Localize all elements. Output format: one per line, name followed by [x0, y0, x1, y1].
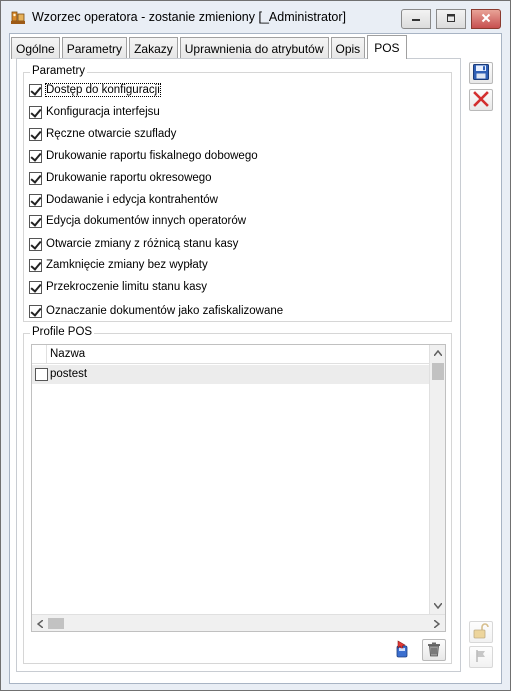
trash-icon [426, 641, 442, 660]
param-przekroczenie-limitu[interactable]: Przekroczenie limitu stanu kasy [29, 279, 207, 295]
window-title: Wzorzec operatora - zostanie zmieniony [… [32, 10, 347, 24]
param-dodawanie-kontrahentow[interactable]: Dodawanie i edycja kontrahentów [29, 192, 218, 208]
tab-parametry[interactable]: Parametry [61, 37, 128, 59]
save-icon [472, 63, 490, 84]
param-otwarcie-zmiany-z-roznica[interactable]: Otwarcie zmiany z różnicą stanu kasy [29, 236, 238, 252]
app-icon [10, 10, 26, 26]
tab-opis[interactable]: Opis [330, 37, 366, 59]
param-zamkniecie-zmiany[interactable]: Zamknięcie zmiany bez wypłaty [29, 257, 208, 273]
profile-pos-legend: Profile POS [30, 326, 95, 338]
checkbox-label: Otwarcie zmiany z różnicą stanu kasy [46, 238, 239, 250]
flag-icon [474, 649, 488, 666]
checkbox-label: Dodawanie i edycja kontrahentów [46, 194, 218, 206]
checkbox[interactable] [29, 258, 42, 272]
add-profile-button[interactable] [390, 639, 414, 661]
cancel-button[interactable] [469, 89, 493, 111]
checkbox[interactable] [29, 280, 42, 294]
scroll-right-icon[interactable] [429, 615, 445, 632]
vertical-scrollbar[interactable] [429, 345, 445, 614]
row-checkbox[interactable] [35, 368, 48, 381]
checkbox-label: Konfiguracja interfejsu [46, 106, 160, 118]
delete-button[interactable] [422, 639, 446, 661]
checkbox[interactable] [29, 214, 42, 228]
param-reczne-otwarcie-szuflady[interactable]: Ręczne otwarcie szuflady [29, 126, 176, 142]
scroll-left-icon[interactable] [32, 615, 48, 632]
checkbox-label: Zamknięcie zmiany bez wypłaty [46, 259, 208, 271]
lock-button[interactable] [469, 621, 493, 643]
scroll-up-icon[interactable] [430, 345, 446, 361]
checkbox[interactable] [29, 193, 42, 207]
checkbox[interactable] [29, 127, 42, 141]
add-profile-icon [392, 639, 412, 662]
horizontal-scroll-thumb[interactable] [48, 618, 64, 629]
column-separator [46, 345, 47, 364]
checkbox[interactable] [29, 149, 42, 163]
tab-ogolne[interactable]: Ogólne [11, 37, 60, 59]
param-drukowanie-raportu-okresowego[interactable]: Drukowanie raportu okresowego [29, 170, 212, 186]
checkbox[interactable] [29, 171, 42, 185]
minimize-button[interactable] [401, 9, 431, 29]
checkbox-label: Drukowanie raportu okresowego [46, 172, 212, 184]
checkbox-label: Edycja dokumentów innych operatorów [46, 215, 247, 227]
checkbox[interactable] [29, 304, 42, 318]
checkbox-label: Oznaczanie dokumentów jako zafiskalizowa… [46, 305, 284, 317]
row-name: postest [50, 368, 88, 380]
close-button[interactable] [471, 9, 501, 29]
tab-pos[interactable]: POS [367, 35, 407, 59]
checkbox-label: Ręczne otwarcie szuflady [46, 128, 177, 140]
param-drukowanie-raportu-fiskalnego[interactable]: Drukowanie raportu fiskalnego dobowego [29, 148, 258, 164]
checkbox-label: Przekroczenie limitu stanu kasy [46, 281, 208, 293]
checkbox[interactable] [29, 83, 42, 97]
maximize-button[interactable] [436, 9, 466, 29]
param-konfiguracja-interfejsu[interactable]: Konfiguracja interfejsu [29, 104, 160, 120]
window: Wzorzec operatora - zostanie zmieniony [… [0, 0, 511, 691]
scroll-down-icon[interactable] [430, 598, 446, 614]
cancel-icon [473, 90, 489, 110]
vertical-scroll-thumb[interactable] [432, 363, 444, 380]
horizontal-scrollbar[interactable] [32, 614, 445, 631]
param-dostep-do-konfiguracji[interactable]: Dostęp do konfiguracji [29, 82, 161, 98]
grid-header: Nazwa [32, 345, 430, 364]
checkbox-label: Drukowanie raportu fiskalnego dobowego [46, 150, 258, 162]
profiles-grid: Nazwa postest [31, 344, 446, 632]
param-edycja-dokumentow[interactable]: Edycja dokumentów innych operatorów [29, 213, 246, 229]
tab-strip: Ogólne Parametry Zakazy Uprawnienia do a… [11, 35, 409, 59]
checkbox[interactable] [29, 105, 42, 119]
minimize-icon [411, 12, 421, 26]
tab-zakazy[interactable]: Zakazy [129, 37, 178, 59]
flag-button[interactable] [469, 646, 493, 668]
lock-icon [472, 622, 490, 643]
param-oznaczanie-zafiskalizowane[interactable]: Oznaczanie dokumentów jako zafiskalizowa… [29, 303, 283, 319]
column-header-nazwa[interactable]: Nazwa [50, 348, 85, 360]
title-bar[interactable]: Wzorzec operatora - zostanie zmieniony [… [1, 1, 510, 33]
checkbox[interactable] [29, 237, 42, 251]
tab-uprawnienia-do-atrybutow[interactable]: Uprawnienia do atrybutów [179, 37, 329, 59]
table-row[interactable]: postest [32, 365, 430, 384]
checkbox-label: Dostęp do konfiguracji [45, 83, 161, 97]
parametry-legend: Parametry [30, 65, 88, 77]
maximize-icon [446, 12, 456, 26]
close-icon [481, 12, 491, 26]
save-button[interactable] [469, 62, 493, 84]
